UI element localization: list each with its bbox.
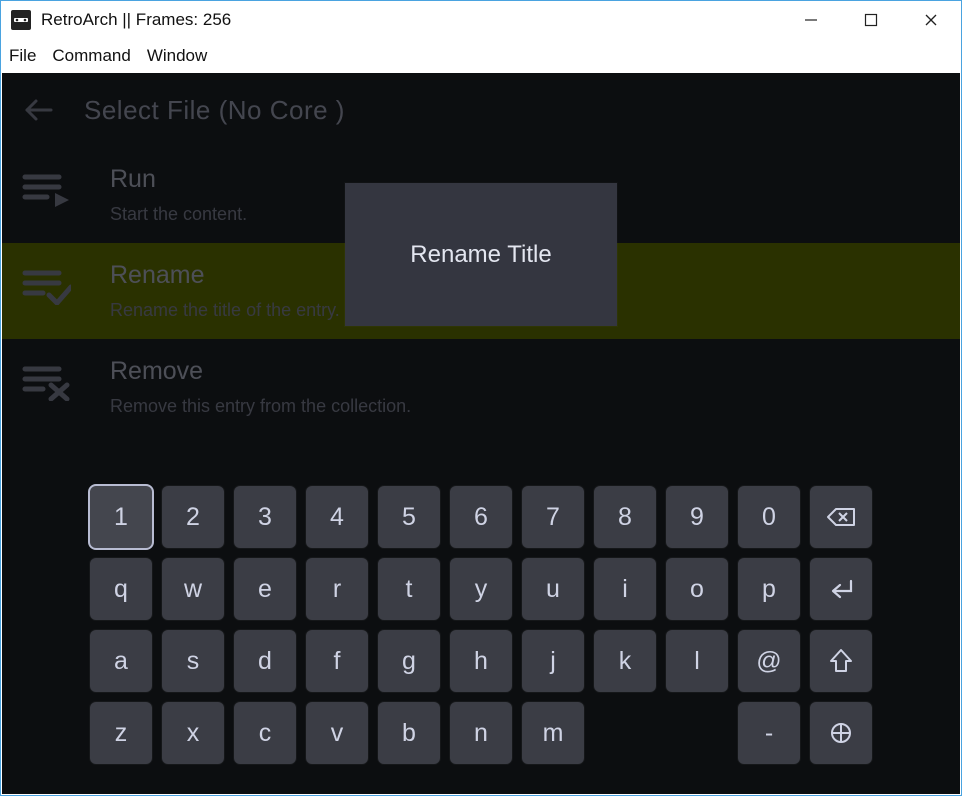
key-n[interactable]: n <box>450 702 512 764</box>
key-3[interactable]: 3 <box>234 486 296 548</box>
menubar: File Command Window <box>1 39 961 73</box>
rename-popup: Rename Title <box>345 183 617 326</box>
key-o[interactable]: o <box>666 558 728 620</box>
key-5[interactable]: 5 <box>378 486 440 548</box>
key-8[interactable]: 8 <box>594 486 656 548</box>
menu-window[interactable]: Window <box>147 46 207 66</box>
menu-command[interactable]: Command <box>52 46 130 66</box>
key-dash[interactable]: - <box>738 702 800 764</box>
key-g[interactable]: g <box>378 630 440 692</box>
viewport: Select File (No Core ) Run Start the con… <box>2 73 960 794</box>
enter-icon <box>827 577 855 601</box>
minimize-button[interactable] <box>781 1 841 39</box>
key-7[interactable]: 7 <box>522 486 584 548</box>
key-e[interactable]: e <box>234 558 296 620</box>
key-r[interactable]: r <box>306 558 368 620</box>
window-controls <box>781 1 961 39</box>
backspace-icon <box>826 506 856 528</box>
shift-icon <box>829 648 853 674</box>
key-4[interactable]: 4 <box>306 486 368 548</box>
key-back[interactable] <box>810 486 872 548</box>
key-0[interactable]: 0 <box>738 486 800 548</box>
onscreen-keyboard: 1234567890 qwertyuiop asdfghjkl@ zxcvbnm - <box>90 486 872 764</box>
key-v[interactable]: v <box>306 702 368 764</box>
key-at[interactable]: @ <box>738 630 800 692</box>
window-titlebar: RetroArch || Frames: 256 <box>1 1 961 39</box>
key-s[interactable]: s <box>162 630 224 692</box>
key-b[interactable]: b <box>378 702 440 764</box>
key-l[interactable]: l <box>666 630 728 692</box>
key-x[interactable]: x <box>162 702 224 764</box>
window-title: RetroArch || Frames: 256 <box>41 10 231 30</box>
key-z[interactable]: z <box>90 702 152 764</box>
key-k[interactable]: k <box>594 630 656 692</box>
key-d[interactable]: d <box>234 630 296 692</box>
app-icon <box>11 10 31 30</box>
key-enter[interactable] <box>810 558 872 620</box>
key-f[interactable]: f <box>306 630 368 692</box>
key-q[interactable]: q <box>90 558 152 620</box>
key-p[interactable]: p <box>738 558 800 620</box>
key-sym[interactable] <box>810 702 872 764</box>
key-i[interactable]: i <box>594 558 656 620</box>
maximize-button[interactable] <box>841 1 901 39</box>
key-c[interactable]: c <box>234 702 296 764</box>
key-u[interactable]: u <box>522 558 584 620</box>
popup-title: Rename Title <box>410 241 551 269</box>
key-2[interactable]: 2 <box>162 486 224 548</box>
menu-file[interactable]: File <box>9 46 36 66</box>
key-t[interactable]: t <box>378 558 440 620</box>
key-shift[interactable] <box>810 630 872 692</box>
symbols-icon <box>829 721 853 745</box>
key-6[interactable]: 6 <box>450 486 512 548</box>
key-h[interactable]: h <box>450 630 512 692</box>
key-j[interactable]: j <box>522 630 584 692</box>
key-y[interactable]: y <box>450 558 512 620</box>
key-1[interactable]: 1 <box>90 486 152 548</box>
close-button[interactable] <box>901 1 961 39</box>
key-w[interactable]: w <box>162 558 224 620</box>
key-a[interactable]: a <box>90 630 152 692</box>
key-9[interactable]: 9 <box>666 486 728 548</box>
key-m[interactable]: m <box>522 702 584 764</box>
